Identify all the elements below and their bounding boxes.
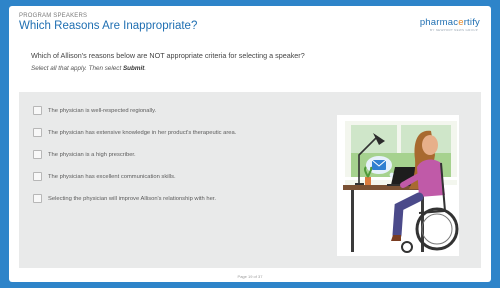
checkbox[interactable] bbox=[33, 172, 42, 181]
wheel-rim bbox=[421, 213, 453, 245]
caster-wheel bbox=[401, 241, 413, 253]
option-5[interactable]: Selecting the physician will improve All… bbox=[33, 194, 216, 203]
boot bbox=[391, 235, 401, 241]
option-1[interactable]: The physician is well-respected regional… bbox=[33, 106, 156, 115]
option-4[interactable]: The physician has excellent communicatio… bbox=[33, 172, 176, 181]
illustration-svg bbox=[343, 121, 459, 253]
brand-logo: pharmacertify BY NEWPORT NEWS GROUP bbox=[419, 17, 480, 32]
desk-leg bbox=[351, 190, 354, 252]
checkbox[interactable] bbox=[33, 194, 42, 203]
instruction-suffix: . bbox=[144, 65, 147, 72]
checkbox[interactable] bbox=[33, 128, 42, 137]
answer-panel: The physician is well-respected regional… bbox=[19, 92, 481, 268]
option-label: The physician is well-respected regional… bbox=[48, 107, 157, 114]
lamp-base bbox=[355, 183, 364, 185]
content-card: PROGRAM SPEAKERS Which Reasons Are Inapp… bbox=[9, 6, 491, 282]
physician-illustration bbox=[337, 115, 459, 256]
logo-text-main: pharmac bbox=[419, 17, 459, 28]
section-kicker: PROGRAM SPEAKERS bbox=[19, 13, 88, 19]
checkbox[interactable] bbox=[33, 106, 42, 115]
option-3[interactable]: The physician is a high prescriber. bbox=[33, 150, 136, 159]
instruction-action: Submit bbox=[122, 65, 145, 72]
page-title: Which Reasons Are Inappropriate? bbox=[19, 20, 198, 32]
question-text: Which of Allison's reasons below are NOT… bbox=[31, 51, 305, 60]
logo-tagline: BY NEWPORT NEWS GROUP bbox=[430, 28, 478, 32]
option-label: Selecting the physician will improve All… bbox=[48, 195, 217, 202]
face bbox=[422, 135, 438, 155]
logo-text-end: rtify bbox=[463, 17, 480, 28]
option-label: The physician is a high prescriber. bbox=[48, 151, 136, 158]
option-label: The physician has excellent communicatio… bbox=[48, 173, 176, 180]
page-indicator: Page 19 of 37 bbox=[237, 274, 263, 279]
instruction-prefix: Select all that apply. Then select bbox=[31, 65, 123, 72]
option-label: The physician has extensive knowledge in… bbox=[48, 129, 237, 136]
slide-header: PROGRAM SPEAKERS Which Reasons Are Inapp… bbox=[19, 13, 479, 32]
checkbox[interactable] bbox=[33, 150, 42, 159]
instruction-text: Select all that apply. Then select Submi… bbox=[31, 65, 146, 72]
option-2[interactable]: The physician has extensive knowledge in… bbox=[33, 128, 236, 137]
plant-pot bbox=[365, 177, 371, 185]
